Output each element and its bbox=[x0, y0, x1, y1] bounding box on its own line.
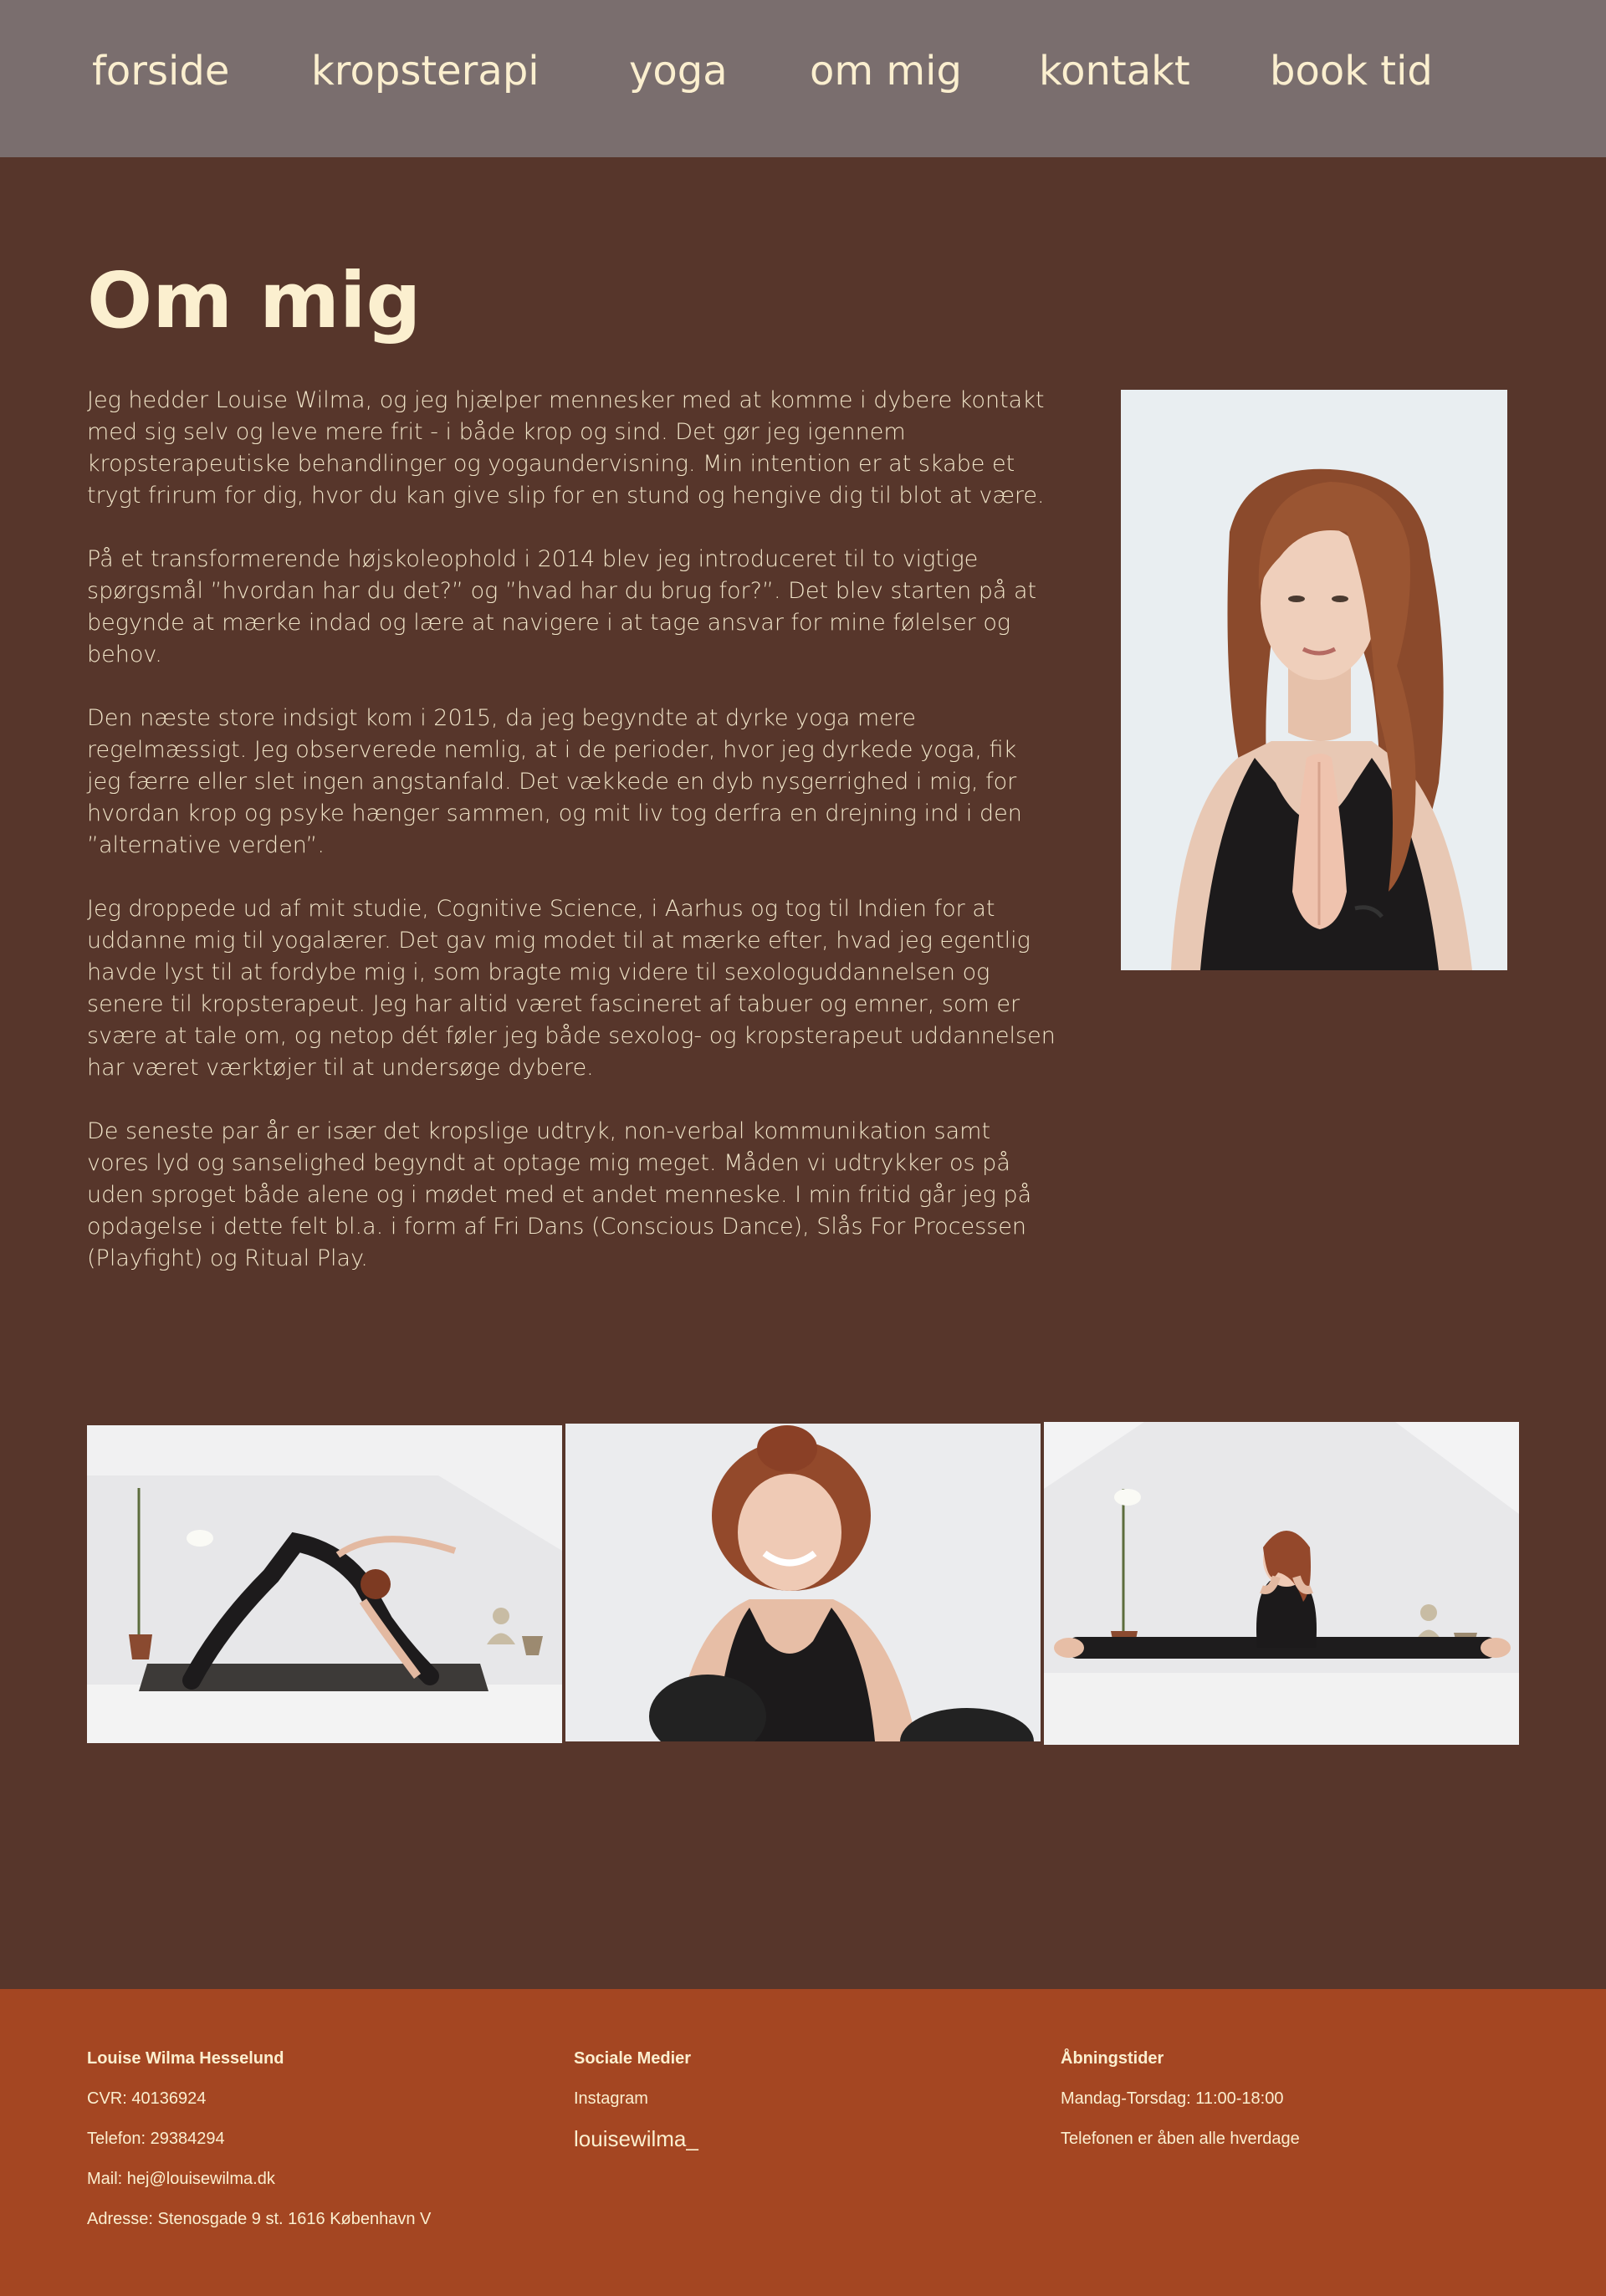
footer-company-info: Louise Wilma Hesselund CVR: 40136924 Tel… bbox=[87, 2046, 431, 2247]
nav-link-kontakt[interactable]: kontakt bbox=[1039, 42, 1190, 100]
nav-link-forside[interactable]: forside bbox=[92, 42, 229, 100]
top-navigation: forside kropsterapi yoga om mig kontakt … bbox=[0, 0, 1606, 157]
bio-paragraph: På et transformerende højskoleophold i 2… bbox=[87, 546, 1037, 667]
bio-text: Jeg hedder Louise Wilma, og jeg hjælper … bbox=[87, 385, 1057, 1307]
footer-instagram-link[interactable]: louisewilma_ bbox=[574, 2126, 698, 2166]
page-title: Om mig bbox=[87, 256, 422, 345]
footer-social-heading: Sociale Medier bbox=[574, 2049, 692, 2068]
bio-paragraph: Jeg hedder Louise Wilma, og jeg hjælper … bbox=[87, 387, 1045, 509]
footer-hours: Mandag-Torsdag: 11:00-18:00 bbox=[1061, 2089, 1284, 2108]
footer-hours-heading: Åbningstider bbox=[1061, 2049, 1164, 2068]
gallery-photo-splits bbox=[1044, 1422, 1519, 1745]
footer-phone[interactable]: Telefon: 29384294 bbox=[87, 2126, 431, 2166]
bio-paragraph: Jeg droppede ud af mit studie, Cognitive… bbox=[87, 896, 1056, 1081]
nav-link-book-tid[interactable]: book tid bbox=[1270, 42, 1433, 100]
footer-opening-hours: Åbningstider Mandag-Torsdag: 11:00-18:00… bbox=[1061, 2046, 1300, 2166]
portrait-photo bbox=[1121, 390, 1507, 970]
nav-link-yoga[interactable]: yoga bbox=[629, 42, 728, 100]
nav-link-kropsterapi[interactable]: kropsterapi bbox=[311, 42, 540, 100]
footer-instagram-label: Instagram bbox=[574, 2089, 648, 2108]
footer-phone-note: Telefonen er åben alle hverdage bbox=[1061, 2130, 1300, 2148]
footer-mail[interactable]: Mail: hej@louisewilma.dk bbox=[87, 2166, 431, 2207]
gallery-photo-smiling bbox=[565, 1424, 1041, 1741]
footer-cvr: CVR: 40136924 bbox=[87, 2089, 207, 2108]
footer-address: Adresse: Stenosgade 9 st. 1616 København… bbox=[87, 2210, 432, 2228]
bio-paragraph: De seneste par år er især det kropslige … bbox=[87, 1118, 1032, 1271]
gallery-photo-yoga-pose bbox=[87, 1425, 562, 1743]
footer-company-name: Louise Wilma Hesselund bbox=[87, 2049, 284, 2068]
footer-social: Sociale Medier Instagram louisewilma_ bbox=[574, 2046, 698, 2166]
bio-paragraph: Den næste store indsigt kom i 2015, da j… bbox=[87, 705, 1022, 858]
nav-link-om-mig[interactable]: om mig bbox=[810, 42, 962, 100]
